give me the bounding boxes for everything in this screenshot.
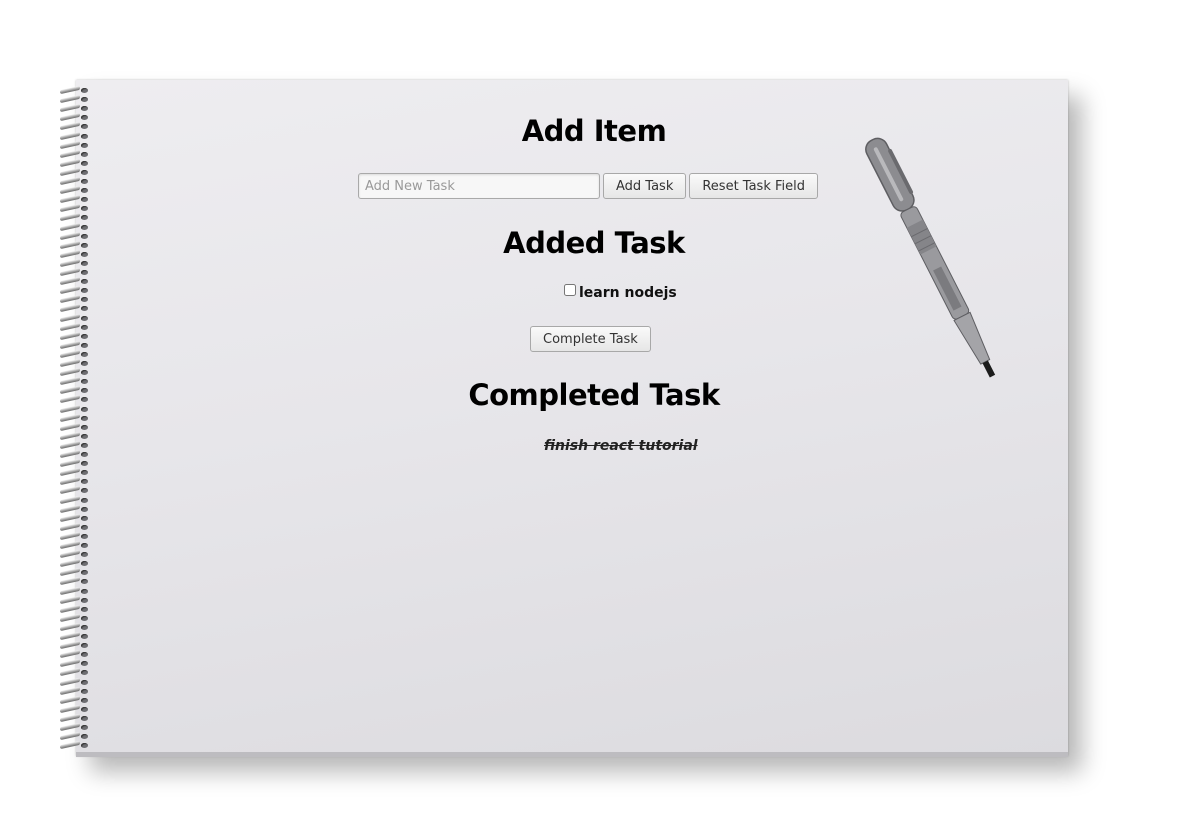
completed-task-heading: Completed Task — [468, 378, 720, 412]
spiral-coil — [58, 286, 92, 295]
spiral-coil — [58, 586, 92, 595]
spiral-coil — [58, 449, 92, 459]
spiral-coil — [58, 695, 92, 704]
spiral-coil — [58, 477, 92, 486]
spiral-coil — [58, 176, 92, 186]
spiral-coil — [58, 258, 92, 268]
new-task-input[interactable] — [358, 173, 600, 199]
spiral-coil — [58, 640, 92, 650]
spiral-coil — [58, 513, 92, 522]
spiral-coil — [58, 167, 92, 177]
spiral-coil — [58, 613, 92, 622]
spiral-coil — [58, 741, 92, 750]
spiral-coil — [58, 413, 92, 422]
add-item-heading: Add Item — [521, 114, 667, 148]
spiral-coil — [58, 104, 92, 113]
spiral-coil — [58, 595, 92, 604]
spiral-coil — [58, 295, 92, 304]
spiral-coil — [58, 322, 92, 331]
spiral-coil — [58, 650, 92, 659]
spiral-coil — [58, 313, 92, 322]
spiral-coil — [58, 659, 92, 668]
spiral-coil — [58, 367, 92, 377]
spiral-coil — [58, 468, 92, 477]
spiral-coil — [58, 522, 92, 531]
add-task-button[interactable]: Add Task — [603, 173, 687, 199]
spiral-coil — [58, 440, 92, 450]
spiral-coil — [58, 677, 92, 686]
spiral-coil — [58, 213, 92, 222]
spiral-coil — [58, 204, 92, 213]
spiral-coil — [58, 486, 92, 495]
add-task-row: Add Task Reset Task Field — [358, 173, 819, 199]
spiral-coil — [58, 559, 92, 568]
spiral-coil — [58, 349, 92, 359]
spiral-coil — [58, 267, 92, 277]
notebook-sheet-edge — [76, 752, 1068, 757]
spiral-coil — [58, 531, 92, 541]
spiral-coil — [58, 94, 92, 104]
spiral-coil — [58, 331, 92, 340]
spiral-coil — [58, 686, 92, 695]
added-task-heading: Added Task — [503, 226, 685, 260]
spiral-coil — [58, 568, 92, 577]
task-label: learn nodejs — [579, 285, 677, 301]
spiral-coil — [58, 276, 92, 286]
spiral-coil — [58, 495, 92, 504]
spiral-coil — [58, 185, 92, 195]
reset-task-field-button[interactable]: Reset Task Field — [689, 173, 819, 199]
spiral-coil — [58, 340, 92, 349]
completed-task-item: finish react tutorial — [544, 438, 698, 454]
spiral-coil — [58, 722, 92, 732]
spiral-coil — [58, 604, 92, 613]
spiral-coil — [58, 713, 92, 723]
spiral-coil — [58, 549, 92, 559]
spiral-coil — [58, 431, 92, 440]
spiral-coil — [58, 85, 92, 95]
spiral-coil — [58, 540, 92, 550]
spiral-coil — [58, 668, 92, 677]
spiral-coil — [58, 577, 92, 586]
spiral-coil — [58, 422, 92, 431]
spiral-coil — [58, 458, 92, 468]
spiral-coil — [58, 149, 92, 158]
task-checkbox[interactable] — [564, 284, 576, 296]
spiral-coil — [58, 622, 92, 632]
spiral-coil — [58, 195, 92, 204]
spiral-coil — [58, 631, 92, 641]
spiral-coil — [58, 504, 92, 513]
app-root: Add Item Add Task Reset Task Field Added… — [0, 0, 1198, 827]
complete-task-button[interactable]: Complete Task — [530, 326, 651, 352]
spiral-coil — [58, 704, 92, 713]
spiral-coil — [58, 304, 92, 313]
spiral-binding — [58, 85, 94, 752]
spiral-coil — [58, 358, 92, 368]
pen-icon — [865, 137, 996, 378]
spiral-coil — [58, 731, 92, 741]
list-item[interactable]: learn nodejs — [564, 284, 677, 301]
spiral-coil — [58, 158, 92, 167]
